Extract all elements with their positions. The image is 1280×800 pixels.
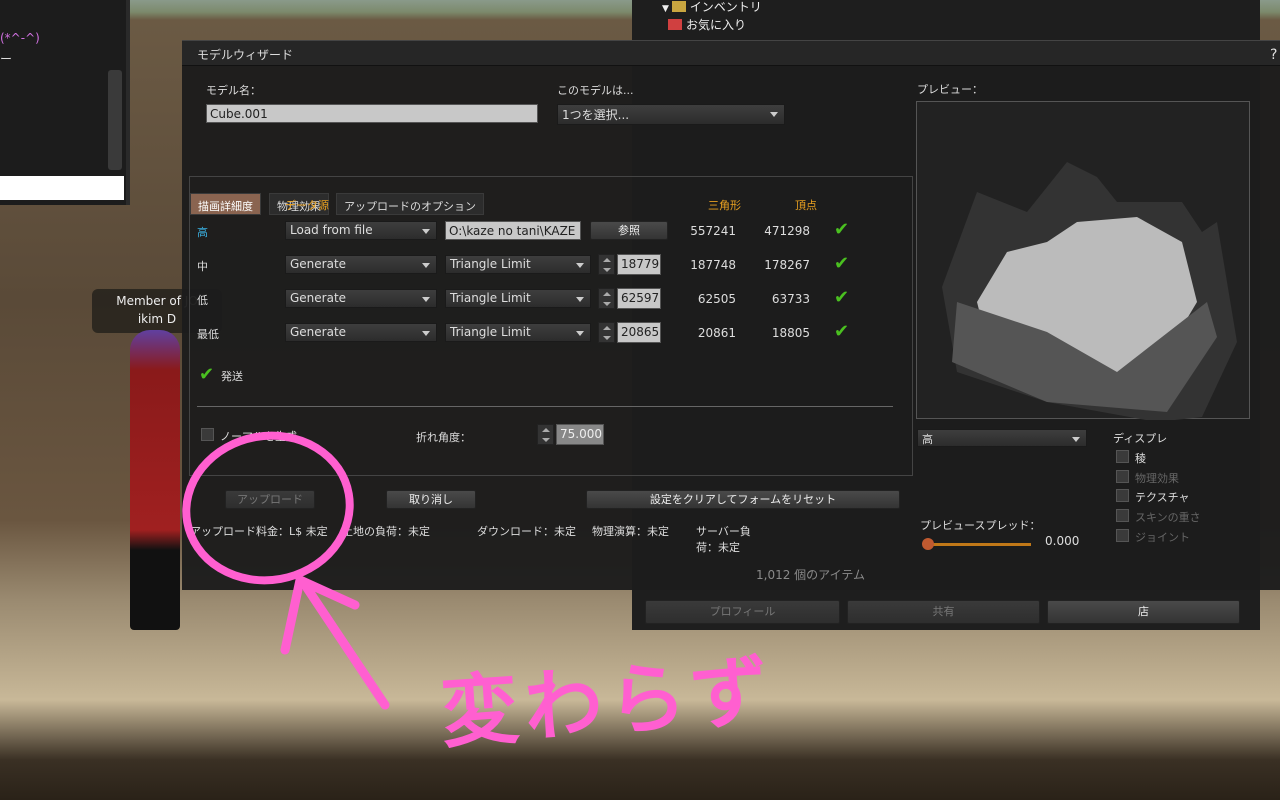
item-count: 1,012 個のアイテム [756,568,865,582]
annotation-circle [182,431,354,585]
annotation-text: 変わらず [437,646,778,760]
annotation-arrow [280,575,390,710]
